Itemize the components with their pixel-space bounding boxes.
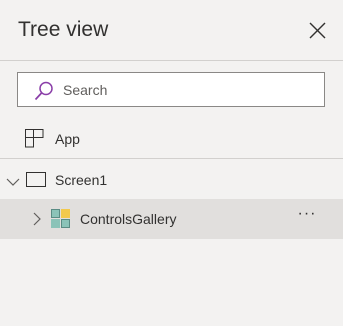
tree-item-label: ControlsGallery	[80, 211, 177, 227]
header-divider	[0, 60, 343, 61]
gallery-icon	[51, 209, 70, 228]
chevron-down-icon[interactable]	[6, 174, 20, 186]
search-placeholder: Search	[63, 82, 108, 98]
search-input[interactable]: Search	[17, 72, 325, 107]
tree-item-app[interactable]: App	[0, 120, 343, 156]
screen-icon	[26, 172, 46, 187]
panel-title: Tree view	[18, 18, 109, 41]
tree-item-screen1[interactable]: Screen1	[0, 161, 343, 198]
panel-header: Tree view	[0, 0, 343, 60]
more-options-icon[interactable]: ···	[295, 205, 319, 229]
tree-item-controlsgallery[interactable]: ControlsGallery ···	[0, 199, 343, 239]
app-icon	[25, 129, 44, 148]
tree-divider	[0, 158, 343, 159]
search-icon	[34, 81, 54, 101]
tree-item-label: App	[55, 131, 80, 147]
chevron-right-icon[interactable]	[32, 212, 42, 226]
close-icon[interactable]	[309, 22, 326, 39]
tree-item-label: Screen1	[55, 172, 108, 188]
